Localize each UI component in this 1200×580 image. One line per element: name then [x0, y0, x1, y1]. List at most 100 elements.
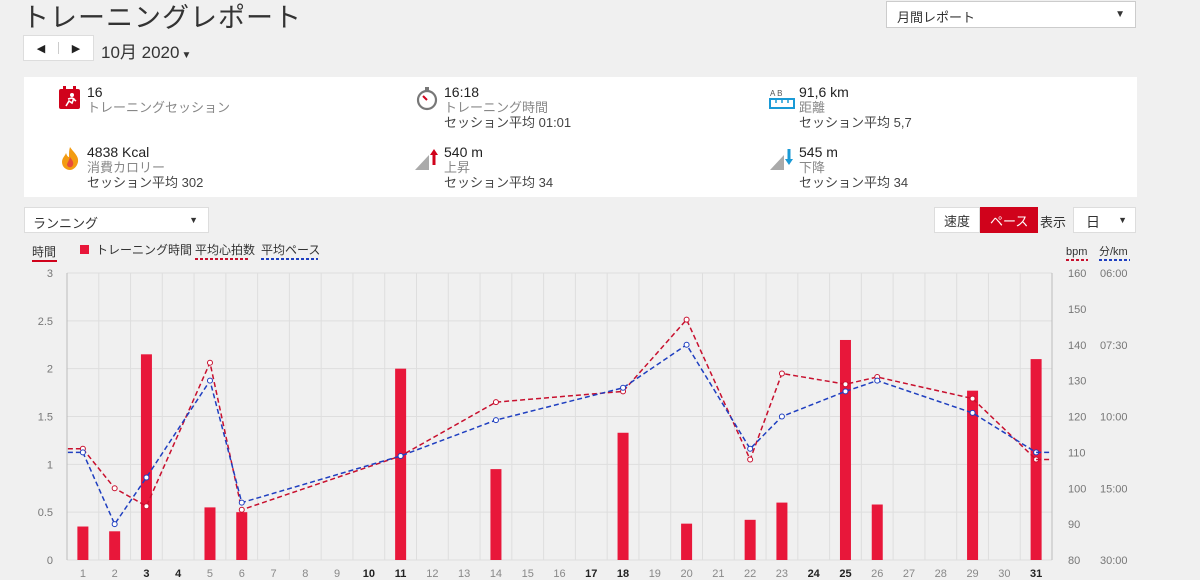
time-value: 16:18 [444, 84, 480, 100]
calories-value: 4838 Kcal [87, 144, 150, 160]
x-tick-label: 7 [270, 568, 276, 580]
y-pace-tick-label: 30:00 [1100, 555, 1128, 567]
page-title: トレーニングレポート [22, 3, 302, 33]
ascent-icon [415, 149, 438, 170]
chevron-down-icon: ▼ [181, 50, 192, 61]
summary-panel: 16 トレーニングセッション 16:18 トレーニング時間 セッション平均 01:01… [24, 77, 1137, 197]
pace-point [79, 449, 86, 456]
time-sub: セッション平均 01:01 [444, 115, 572, 130]
ascent-label: 上昇 [444, 160, 471, 175]
x-tick-label: 25 [839, 568, 851, 580]
heart-rate-point [397, 452, 404, 459]
heart-rate-point [111, 485, 118, 492]
bar-training-time [109, 531, 121, 560]
heart-rate-point [79, 445, 86, 452]
y-pace-tick-label: 15:00 [1100, 483, 1128, 495]
report-type-select[interactable]: 月間レポート ▼ [886, 1, 1136, 28]
y-bpm-tick-label: 120 [1068, 412, 1086, 424]
month-label: 10月 2020 [101, 43, 180, 62]
distance-value: 91,6 km [799, 84, 849, 100]
calories-label: 消費カロリー [87, 160, 166, 175]
x-tick-label: 12 [426, 568, 438, 580]
x-tick-label: 22 [744, 568, 756, 580]
bar-training-time [1030, 359, 1042, 560]
pace-toggle-button[interactable]: ペース [980, 207, 1039, 233]
bar-training-time [77, 526, 89, 560]
y-bpm-tick-label: 140 [1068, 340, 1086, 352]
pace-point [397, 452, 404, 459]
calendar-runner-icon [59, 86, 80, 109]
y-pace-tick-label: 10:00 [1100, 412, 1128, 424]
x-tick-label: 26 [871, 568, 883, 580]
legend-training-time: トレーニング時間 [96, 243, 192, 257]
x-tick-label: 30 [998, 568, 1010, 580]
sport-select[interactable]: ランニング ▼ [24, 207, 209, 233]
show-label: 表示 [1040, 215, 1067, 230]
x-tick-label: 14 [490, 568, 502, 580]
pace-point [683, 341, 690, 348]
y-pace-tick-label: 07:30 [1100, 340, 1128, 352]
x-tick-label: 19 [649, 568, 661, 580]
x-tick-label: 27 [903, 568, 915, 580]
chevron-down-icon: ▼ [1115, 9, 1125, 20]
x-tick-label: 31 [1030, 568, 1042, 580]
heart-rate-point [206, 359, 213, 366]
y-bpm-tick-label: 110 [1068, 447, 1086, 459]
calories-sub: セッション平均 302 [87, 175, 204, 190]
pace-point [620, 384, 627, 391]
pace-point [778, 413, 785, 420]
sessions-label: トレーニングセッション [87, 100, 231, 115]
pace-line [82, 343, 1037, 526]
x-tick-label: 24 [808, 568, 821, 580]
pace-point [874, 377, 881, 384]
descent-value: 545 m [799, 144, 838, 160]
speed-toggle-button[interactable]: 速度 [934, 207, 981, 233]
month-selector[interactable]: 10月 2020 ▼ [101, 38, 191, 63]
chevron-down-icon: ▼ [189, 215, 198, 225]
x-tick-label: 11 [395, 568, 407, 580]
y-left-axis-title: 時間 [32, 245, 56, 259]
legend-bar-swatch [80, 245, 89, 254]
x-tick-label: 3 [143, 568, 149, 580]
ascent-sub: セッション平均 34 [444, 175, 554, 190]
pace-point [842, 388, 849, 395]
distance-sub: セッション平均 5,7 [799, 115, 912, 130]
descent-icon [770, 149, 793, 170]
speed-pace-toggle: 速度 ペース [934, 207, 1039, 233]
bar-training-time [236, 512, 248, 560]
y-bpm-tick-label: 100 [1068, 483, 1086, 495]
stopwatch-icon [416, 87, 438, 111]
bar-training-time [839, 339, 851, 560]
y-bpm-tick-label: 130 [1068, 376, 1086, 388]
pace-point [492, 417, 499, 424]
x-tick-label: 10 [363, 568, 375, 580]
x-tick-label: 23 [776, 568, 788, 580]
pace-point [143, 474, 150, 481]
bar-training-time [617, 432, 629, 560]
next-month-button[interactable]: ▶ [59, 36, 93, 60]
x-tick-label: 6 [239, 568, 245, 580]
y-bpm-axis-title: bpm [1066, 246, 1087, 258]
x-tick-label: 16 [553, 568, 565, 580]
y-left-tick-label: 3 [47, 268, 53, 280]
y-bpm-tick-label: 90 [1068, 519, 1080, 531]
legend-pace: 平均ペース [261, 243, 320, 257]
x-tick-label: 5 [207, 568, 213, 580]
period-value: 日 [1086, 214, 1100, 230]
sport-value: ランニング [33, 216, 99, 231]
heart-rate-point [747, 456, 754, 463]
distance-label: 距離 [799, 100, 826, 115]
time-label: トレーニング時間 [444, 100, 549, 115]
period-select[interactable]: 日 ▼ [1073, 207, 1136, 233]
bar-training-time [744, 519, 756, 560]
pace-point [969, 409, 976, 416]
prev-month-button[interactable]: ◀ [24, 36, 58, 60]
heart-rate-point [492, 399, 499, 406]
sessions-value: 16 [87, 84, 103, 100]
y-pace-tick-label: 06:00 [1100, 268, 1128, 280]
y-left-tick-label: 2 [47, 364, 53, 376]
bar-training-time [776, 502, 788, 560]
month-nav: ◀ ▶ [23, 35, 94, 61]
pace-point [111, 521, 118, 528]
bar-training-time [681, 523, 693, 560]
